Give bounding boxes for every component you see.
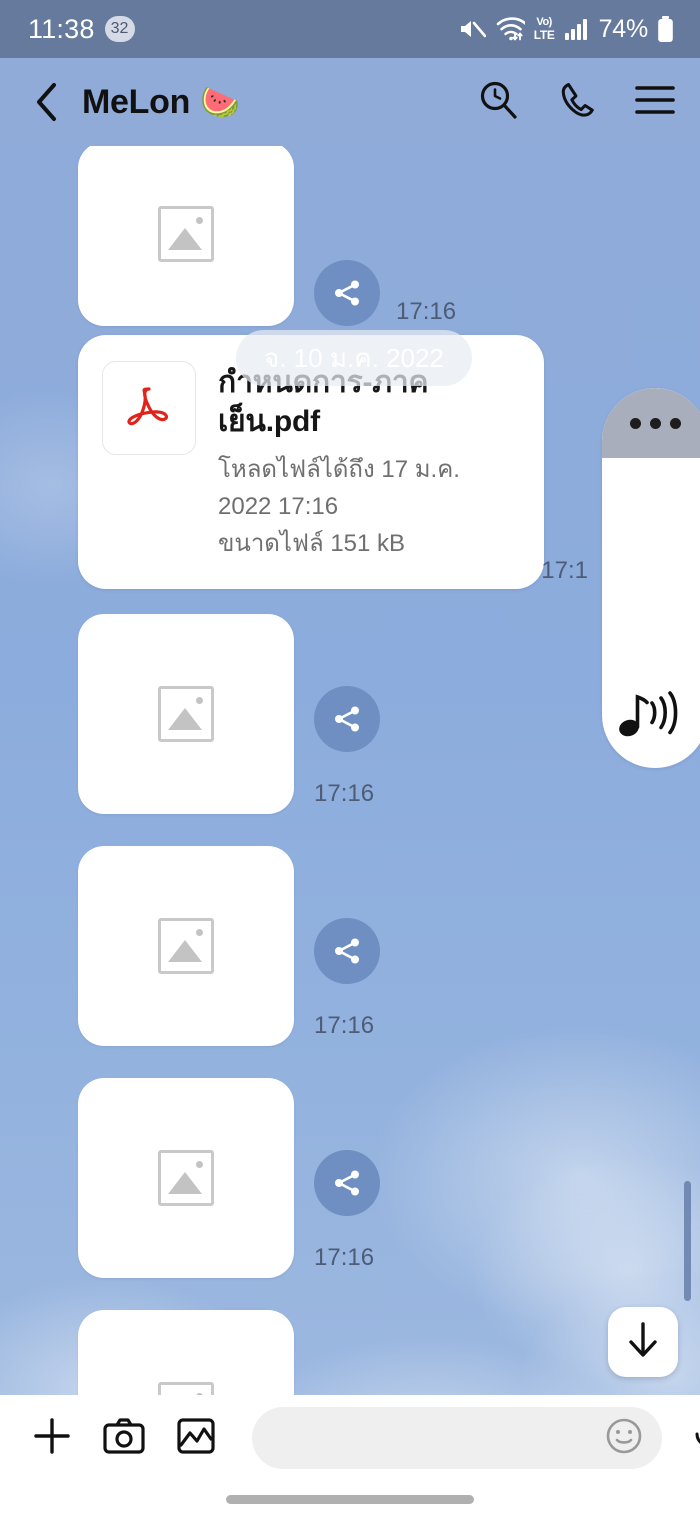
home-gesture-pill[interactable] [226, 1494, 474, 1504]
three-dots-icon [629, 417, 641, 429]
chat-header: MeLon 🍉 [0, 58, 700, 146]
scroll-to-bottom-button[interactable] [608, 1307, 678, 1377]
gallery-icon [175, 1415, 217, 1462]
share-icon [335, 938, 359, 964]
three-dots-icon [649, 417, 661, 429]
voice-record-button[interactable] [686, 1414, 700, 1462]
arrow-down-icon [624, 1319, 662, 1366]
file-size: ขนาดไฟล์ 151 kB [218, 530, 406, 558]
microphone-icon [690, 1413, 700, 1464]
image-placeholder-sun [196, 1161, 203, 1168]
message-row-image-3: 17:16 [78, 846, 380, 1046]
message-timestamp: 17:16 [314, 780, 375, 807]
volte-bottom-label: LTE [533, 28, 555, 42]
image-message-bubble[interactable] [78, 614, 294, 814]
call-button[interactable] [554, 79, 600, 125]
share-button[interactable] [314, 686, 380, 752]
chat-screen: 11:38 32 Vo) LTE 74% MeLon 🍉 17:16 จ. 10… [0, 0, 700, 1517]
scrollbar-thumb[interactable] [684, 1181, 691, 1301]
message-text-input[interactable] [278, 1423, 600, 1453]
image-placeholder-sun [196, 697, 203, 704]
status-clock: 11:38 [28, 13, 95, 44]
three-dots-icon [669, 417, 681, 429]
image-message-bubble[interactable] [78, 1078, 294, 1278]
plus-icon [30, 1414, 74, 1463]
image-message-bubble[interactable] [78, 146, 294, 326]
message-timestamp: 17:16 [396, 298, 457, 325]
chat-title-text: MeLon [82, 82, 191, 121]
music-note-icon[interactable] [616, 687, 682, 746]
image-placeholder-mountain [168, 708, 202, 730]
notification-count-badge: 32 [104, 16, 135, 42]
battery-icon [657, 15, 674, 43]
share-button[interactable] [314, 1150, 380, 1216]
message-timestamp: 17:16 [314, 1244, 375, 1271]
status-bar-left: 11:38 32 [28, 14, 135, 45]
share-icon [335, 280, 359, 306]
message-timestamp: 17:16 [314, 1012, 375, 1039]
message-row-image-2: 17:16 [78, 614, 380, 814]
image-placeholder-icon [158, 1382, 214, 1395]
call-icon [556, 79, 598, 126]
audio-message-timestamp: 17:1 [541, 557, 588, 584]
image-placeholder-mountain [168, 1172, 202, 1194]
search-history-icon [478, 79, 520, 126]
status-bar-right: Vo) LTE 74% [458, 15, 674, 44]
image-placeholder-mountain [168, 228, 202, 250]
emoji-button[interactable] [600, 1414, 648, 1462]
file-meta: กำหนดการ-ภาคเย็น.pdf โหลดไฟล์ได้ถึง 17 ม… [218, 361, 518, 563]
search-history-button[interactable] [476, 79, 522, 125]
camera-icon [102, 1416, 146, 1461]
message-row-image-5 [78, 1310, 294, 1395]
wallpaper-cloud [370, 1026, 700, 1326]
image-message-bubble[interactable] [78, 846, 294, 1046]
message-input-field[interactable] [252, 1407, 662, 1469]
share-icon [335, 706, 359, 732]
pdf-icon [102, 361, 196, 455]
volte-top-label: Vo) [536, 16, 552, 28]
add-attachment-button[interactable] [28, 1414, 76, 1462]
image-placeholder-icon [158, 918, 214, 974]
page-title[interactable]: MeLon 🍉 [82, 83, 240, 122]
mute-icon [458, 17, 486, 41]
gallery-button[interactable] [172, 1414, 220, 1462]
image-placeholder-sun [196, 929, 203, 936]
audio-options-button[interactable] [602, 388, 700, 458]
signal-bars-icon [564, 18, 590, 40]
battery-percent-label: 74% [598, 14, 649, 43]
image-placeholder-mountain [168, 940, 202, 962]
wifi-icon [495, 16, 525, 42]
share-button[interactable] [314, 918, 380, 984]
camera-button[interactable] [100, 1414, 148, 1462]
image-placeholder-icon [158, 686, 214, 742]
watermelon-emoji: 🍉 [200, 83, 240, 120]
image-placeholder-icon [158, 1150, 214, 1206]
audio-message-bubble[interactable] [602, 388, 700, 768]
share-icon [335, 1170, 359, 1196]
volte-icon: Vo) LTE [533, 16, 555, 42]
image-placeholder-icon [158, 206, 214, 262]
share-button[interactable] [314, 260, 380, 326]
message-row-image-4: 17:16 [78, 1078, 380, 1278]
menu-icon [634, 83, 676, 122]
date-divider: จ. 10 ม.ค. 2022 [236, 330, 472, 386]
status-bar: 11:38 32 Vo) LTE 74% [0, 0, 700, 58]
back-button[interactable] [30, 80, 64, 124]
image-message-bubble[interactable] [78, 1310, 294, 1395]
image-placeholder-sun [196, 217, 203, 224]
message-input-bar [0, 1395, 700, 1481]
file-expiry: โหลดไฟล์ได้ถึง 17 ม.ค. 2022 17:16 [218, 456, 460, 521]
menu-button[interactable] [632, 79, 678, 125]
message-row-image-1: 17:16 [78, 146, 456, 326]
header-actions [476, 79, 678, 125]
system-navigation-bar [0, 1481, 700, 1517]
emoji-smiley-icon [603, 1415, 645, 1462]
message-list[interactable]: 17:16 จ. 10 ม.ค. 2022 กำหนดการ-ภาคเย็น.p… [0, 146, 700, 1395]
